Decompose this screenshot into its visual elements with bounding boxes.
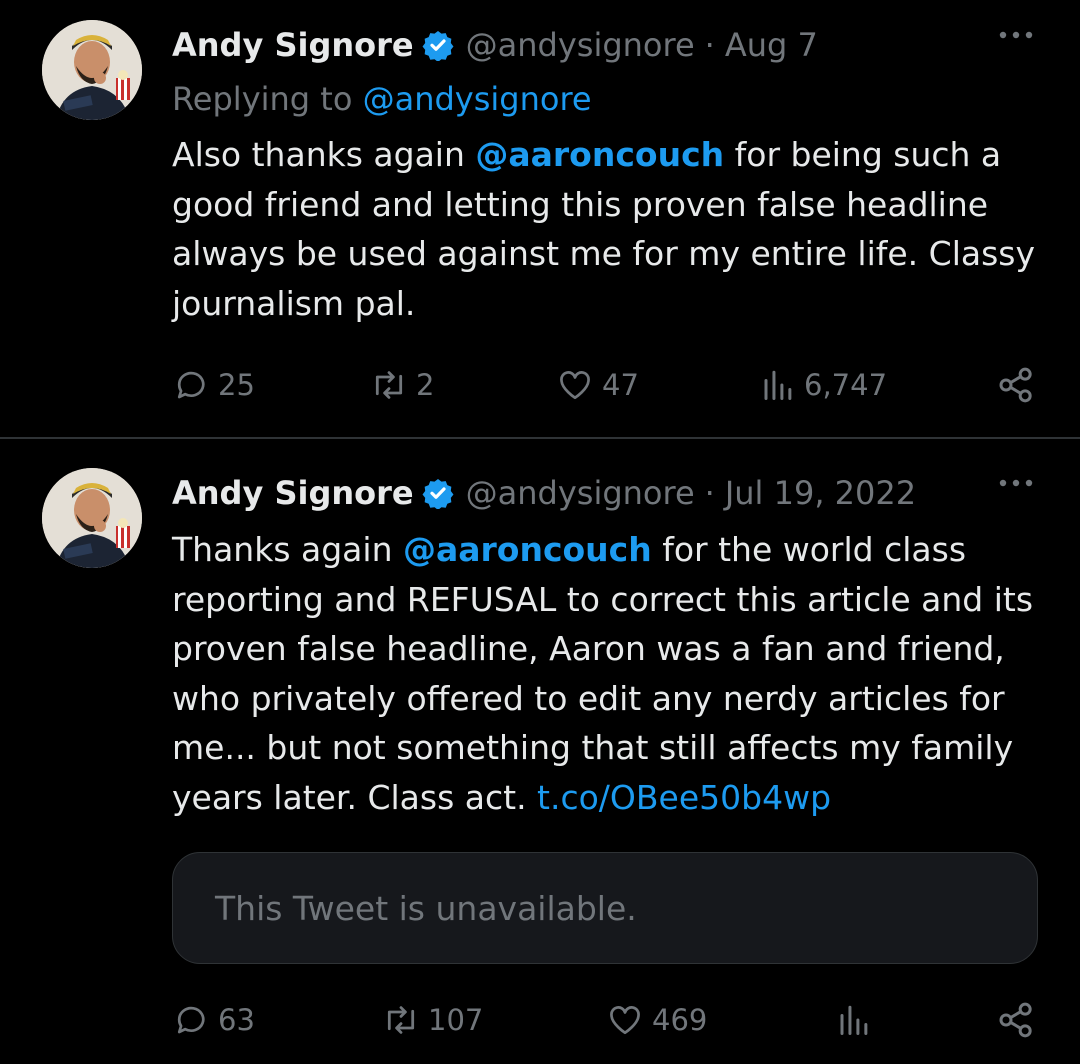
quoted-tweet-unavailable-text: This Tweet is unavailable. (215, 888, 637, 928)
author-name[interactable]: Andy Signore (172, 474, 414, 512)
views-button[interactable] (836, 990, 880, 1050)
separator-dot: · (704, 26, 715, 64)
replying-to-handle[interactable]: @andysignore (363, 80, 592, 118)
mention-link[interactable]: @aaroncouch (475, 135, 724, 174)
tweet-header: Andy Signore @andysignore · Aug 7 (172, 20, 1050, 70)
like-button[interactable]: 47 (556, 355, 639, 415)
reply-button[interactable]: 25 (174, 355, 255, 415)
replying-prefix: Replying to (172, 80, 363, 118)
tweet-link[interactable]: t.co/OBee50b4wp (537, 778, 831, 817)
more-dots-icon[interactable] (998, 30, 1034, 40)
tweet-actions: 25 2 47 6,747 (0, 355, 1080, 415)
replying-to: Replying to @andysignore (172, 80, 592, 118)
separator-dot: · (704, 474, 715, 512)
avatar[interactable] (42, 468, 142, 568)
avatar-photo (42, 468, 142, 568)
mention-link[interactable]: @aaroncouch (403, 530, 652, 569)
like-count: 47 (602, 368, 639, 402)
share-button[interactable] (996, 990, 1036, 1050)
tweet-text-part: Thanks again (172, 530, 403, 569)
reply-count: 63 (218, 1003, 255, 1037)
author-handle[interactable]: @andysignore (466, 26, 695, 64)
views-button[interactable]: 6,747 (760, 355, 887, 415)
tweet-text: Also thanks again @aaroncouch for being … (172, 130, 1052, 328)
retweet-icon (382, 1002, 420, 1038)
retweet-button[interactable]: 2 (370, 355, 434, 415)
reply-count: 25 (218, 368, 255, 402)
tweet-actions: 63 107 469 (0, 990, 1080, 1050)
tweet-date[interactable]: Aug 7 (725, 26, 818, 64)
tweet-text-part: Also thanks again (172, 135, 476, 174)
verified-badge-icon (422, 477, 454, 509)
tweet-divider (0, 437, 1080, 439)
avatar-photo (42, 20, 142, 120)
retweet-icon (370, 367, 408, 403)
quoted-tweet-card[interactable]: This Tweet is unavailable. (172, 852, 1038, 964)
share-button[interactable] (996, 355, 1036, 415)
reply-bubble-icon (174, 367, 210, 403)
reply-bubble-icon (174, 1002, 210, 1038)
retweet-count: 107 (428, 1003, 484, 1037)
like-count: 469 (652, 1003, 708, 1037)
author-name[interactable]: Andy Signore (172, 26, 414, 64)
retweet-button[interactable]: 107 (382, 990, 483, 1050)
share-icon (996, 1000, 1036, 1040)
tweet-header: Andy Signore @andysignore · Jul 19, 2022 (172, 468, 1050, 518)
retweet-count: 2 (416, 368, 435, 402)
heart-icon (556, 367, 594, 403)
tweet-text-part: for the world class reporting and REFUSA… (172, 530, 1034, 817)
heart-icon (606, 1002, 644, 1038)
reply-button[interactable]: 63 (174, 990, 255, 1050)
share-icon (996, 365, 1036, 405)
verified-badge-icon (422, 29, 454, 61)
tweet[interactable]: Andy Signore @andysignore · Aug 7 Replyi… (0, 0, 1080, 437)
tweet-text: Thanks again @aaroncouch for the world c… (172, 525, 1052, 822)
author-handle[interactable]: @andysignore (466, 474, 695, 512)
views-bar-chart-icon (836, 1002, 872, 1038)
like-button[interactable]: 469 (606, 990, 707, 1050)
tweet-date[interactable]: Jul 19, 2022 (725, 474, 916, 512)
more-dots-icon[interactable] (998, 478, 1034, 488)
views-bar-chart-icon (760, 367, 796, 403)
avatar[interactable] (42, 20, 142, 120)
view-count: 6,747 (804, 368, 888, 402)
